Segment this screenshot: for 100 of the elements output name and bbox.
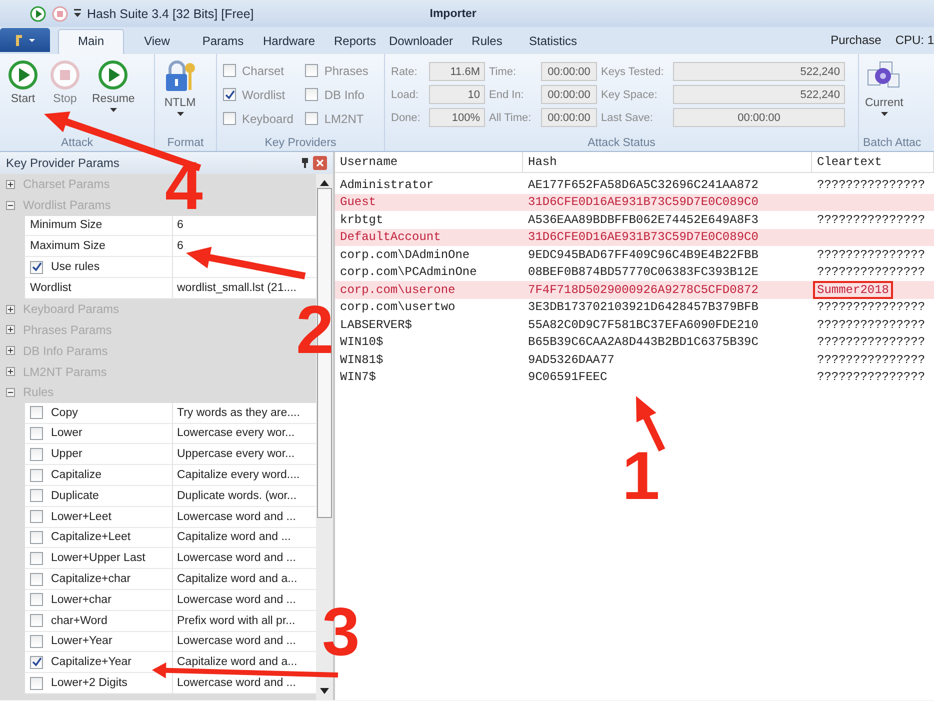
collapse-icon[interactable]	[6, 388, 15, 397]
table-cell-text: 08BEF0B874BD57770C06383FC393B12E	[527, 265, 760, 280]
table-row[interactable]: krbtgt A536EAA89BDBFFB062E74452E649A8F3 ???????????????	[335, 211, 934, 228]
ribbon-tab[interactable]: Main	[58, 29, 124, 54]
format-button[interactable]: NTLM	[161, 58, 199, 137]
pin-icon[interactable]	[301, 158, 309, 168]
property-value[interactable]: Lowercase word and ...	[177, 677, 296, 690]
dropdown-icon[interactable]	[74, 9, 81, 18]
property-value[interactable]: Capitalize word and a...	[177, 656, 298, 668]
column-header[interactable]: Hash	[523, 152, 812, 172]
table-row[interactable]: WIN7$ 9C06591FEEC ???????????????	[335, 368, 934, 386]
table-row[interactable]: Guest 31D6CFE0D16AE931B73C59D7E0C089C0	[335, 194, 934, 211]
checkbox[interactable]	[223, 112, 236, 125]
table-row[interactable]: Administrator AE177F652FA58D6A5C32696C241AA872 ???????????????	[335, 176, 934, 194]
property-value[interactable]: Lowercase word and ...	[177, 594, 296, 606]
property-value[interactable]: Prefix word with all pr...	[177, 614, 296, 627]
table-cell-text: 9EDC945BAD67FF409C96C4B9E4B22FBB	[527, 248, 760, 262]
property-value[interactable]: Lowercase every wor...	[177, 427, 295, 440]
checkbox[interactable]	[305, 88, 318, 101]
checkbox[interactable]	[30, 676, 43, 690]
ribbon-tab[interactable]: View	[124, 30, 190, 54]
checkbox[interactable]	[30, 489, 43, 502]
property-value[interactable]: Capitalize word and ...	[177, 531, 291, 544]
column-header[interactable]: Username	[335, 152, 523, 172]
table-row[interactable]: WIN10$ B65B39C6CAA2A8D443B2BD1C6375B39C ???????????????	[335, 334, 934, 351]
checkbox[interactable]	[30, 426, 43, 440]
ribbon-tab[interactable]: Params	[190, 30, 256, 54]
checkbox[interactable]	[30, 634, 43, 648]
checkbox[interactable]	[223, 88, 236, 101]
checkbox[interactable]	[30, 656, 43, 669]
ribbon-button[interactable]: Resume	[90, 58, 137, 137]
start-icon[interactable]	[30, 6, 46, 22]
table-row[interactable]: corp.com\PCAdminOne 08BEF0B874BD57770C06383FC393B12E ???????????????	[335, 264, 934, 281]
scroll-down-icon[interactable]	[320, 688, 329, 694]
checkbox[interactable]	[305, 64, 318, 77]
ribbon-button[interactable]: Start	[6, 58, 40, 137]
property-name: Capitalize+Leet	[51, 531, 131, 544]
checkbox[interactable]	[30, 552, 43, 565]
expand-icon[interactable]	[6, 367, 15, 376]
property-value[interactable]: Uppercase every wor...	[177, 448, 295, 460]
table-row[interactable]: corp.com\DAdminOne 9EDC945BAD67FF409C96C4B9E4B22FBB ???????????????	[335, 246, 934, 264]
panel-title: Key Provider Params	[6, 156, 120, 170]
field-label: Done:	[391, 112, 422, 124]
stop-icon[interactable]	[52, 6, 68, 22]
expand-icon[interactable]	[6, 180, 15, 189]
expand-icon[interactable]	[6, 304, 15, 314]
property-value[interactable]: 6	[177, 240, 184, 252]
expand-icon[interactable]	[6, 346, 15, 356]
ribbon-tab[interactable]: Rules	[454, 30, 520, 54]
column-header[interactable]: Cleartext	[812, 152, 934, 172]
property-value[interactable]: Lowercase word and ...	[177, 510, 296, 523]
table-cell-text: 9C06591FEEC	[527, 370, 608, 384]
property-value[interactable]: Lowercase word and ...	[177, 552, 296, 564]
batch-button[interactable]: Current	[863, 58, 906, 137]
field-label: Keys Tested:	[601, 66, 665, 78]
property-value[interactable]: wordlist_small.lst (21....	[177, 282, 297, 294]
checkbox[interactable]	[30, 510, 43, 524]
collapse-icon[interactable]	[6, 200, 15, 210]
checkbox[interactable]	[30, 572, 43, 586]
checkbox[interactable]	[30, 614, 43, 628]
checkbox[interactable]	[30, 593, 43, 606]
property-name: Lower+Upper Last	[51, 552, 146, 564]
property-value[interactable]: 6	[177, 219, 184, 232]
ribbon-tab[interactable]: Reports	[322, 30, 388, 54]
property-value[interactable]: Lowercase word and ...	[177, 635, 296, 648]
property-value[interactable]: Capitalize every word....	[177, 469, 300, 482]
cpu-label: CPU: 1	[895, 33, 934, 47]
scroll-up-icon[interactable]	[320, 180, 329, 186]
status-value: 00:00:00	[541, 62, 597, 81]
checkbox[interactable]	[30, 448, 43, 461]
table-cell-text: WIN10$	[339, 335, 384, 350]
table-row[interactable]: DefaultAccount 31D6CFE0D16AE931B73C59D7E0C089C0	[335, 228, 934, 246]
property-value[interactable]: Duplicate words. (wor...	[177, 490, 297, 502]
ribbon-tab[interactable]: Statistics	[520, 30, 586, 54]
ribbon-tab[interactable]: Hardware	[256, 30, 322, 54]
table-cell-text: 31D6CFE0D16AE931B73C59D7E0C089C0	[527, 230, 760, 244]
table-row[interactable]: corp.com\userone 7F4F718D5029000926A9278C5CFD0872 Summer2018	[335, 281, 934, 298]
property-value[interactable]: Try words as they are....	[177, 406, 300, 419]
ribbon-tab[interactable]: Downloader	[388, 30, 454, 54]
play-icon	[8, 60, 38, 90]
table-row[interactable]: WIN81$ 9AD5326DAA77 ???????????????	[335, 351, 934, 368]
annotation-number: 1	[622, 450, 660, 504]
checkbox[interactable]	[30, 468, 43, 482]
property-value[interactable]: Capitalize word and a...	[177, 573, 298, 586]
checkbox[interactable]	[30, 260, 43, 274]
table-cell-text: WIN81$	[339, 352, 384, 367]
property-name: Maximum Size	[30, 240, 106, 252]
field-label: Last Save:	[601, 112, 654, 124]
caret-icon	[176, 112, 184, 116]
purchase-link[interactable]: Purchase	[830, 33, 882, 47]
table-row[interactable]: LABSERVER$ 55A82C0D9C7F581BC37EFA6090FDE210 ???????????????	[335, 316, 934, 334]
expand-icon[interactable]	[6, 325, 15, 334]
checkbox[interactable]	[30, 406, 43, 420]
table-row[interactable]: corp.com\usertwo 3E3DB173702103921D6428457B379BFB ???????????????	[335, 298, 934, 316]
checkbox[interactable]	[305, 112, 318, 125]
annotation-number: 2	[296, 304, 334, 358]
app-menu-button[interactable]	[0, 28, 50, 52]
close-icon[interactable]	[313, 156, 327, 170]
checkbox[interactable]	[223, 64, 236, 77]
checkbox[interactable]	[30, 530, 43, 544]
